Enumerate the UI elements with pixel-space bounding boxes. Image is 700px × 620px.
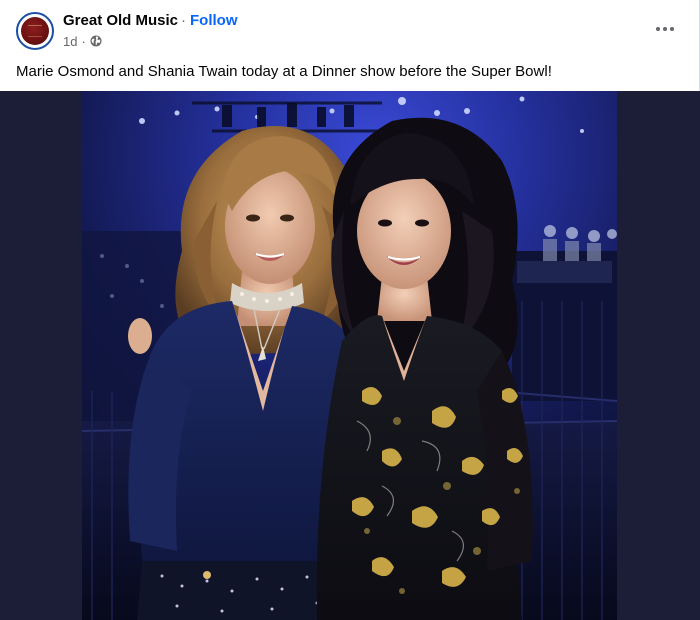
globe-icon bbox=[90, 35, 102, 47]
post-header: Great Old Music · Follow 1d · bbox=[0, 0, 700, 58]
follow-button[interactable]: Follow bbox=[190, 12, 238, 29]
post-photo[interactable] bbox=[82, 91, 617, 620]
feed-post: Great Old Music · Follow 1d · Marie Osmo… bbox=[0, 0, 700, 620]
post-media[interactable] bbox=[0, 91, 700, 620]
page-avatar[interactable] bbox=[16, 12, 54, 50]
post-meta: 1d · bbox=[63, 33, 102, 49]
post-caption: Marie Osmond and Shania Twain today at a… bbox=[16, 63, 552, 80]
avatar-image bbox=[21, 17, 49, 45]
more-options-button[interactable] bbox=[650, 14, 680, 44]
timestamp-link[interactable]: 1d bbox=[63, 34, 77, 49]
name-separator: · bbox=[181, 12, 186, 29]
photo-illustration bbox=[82, 91, 617, 620]
meta-separator: · bbox=[81, 33, 86, 49]
more-horizontal-icon bbox=[656, 27, 674, 31]
page-name-link[interactable]: Great Old Music bbox=[63, 12, 178, 29]
